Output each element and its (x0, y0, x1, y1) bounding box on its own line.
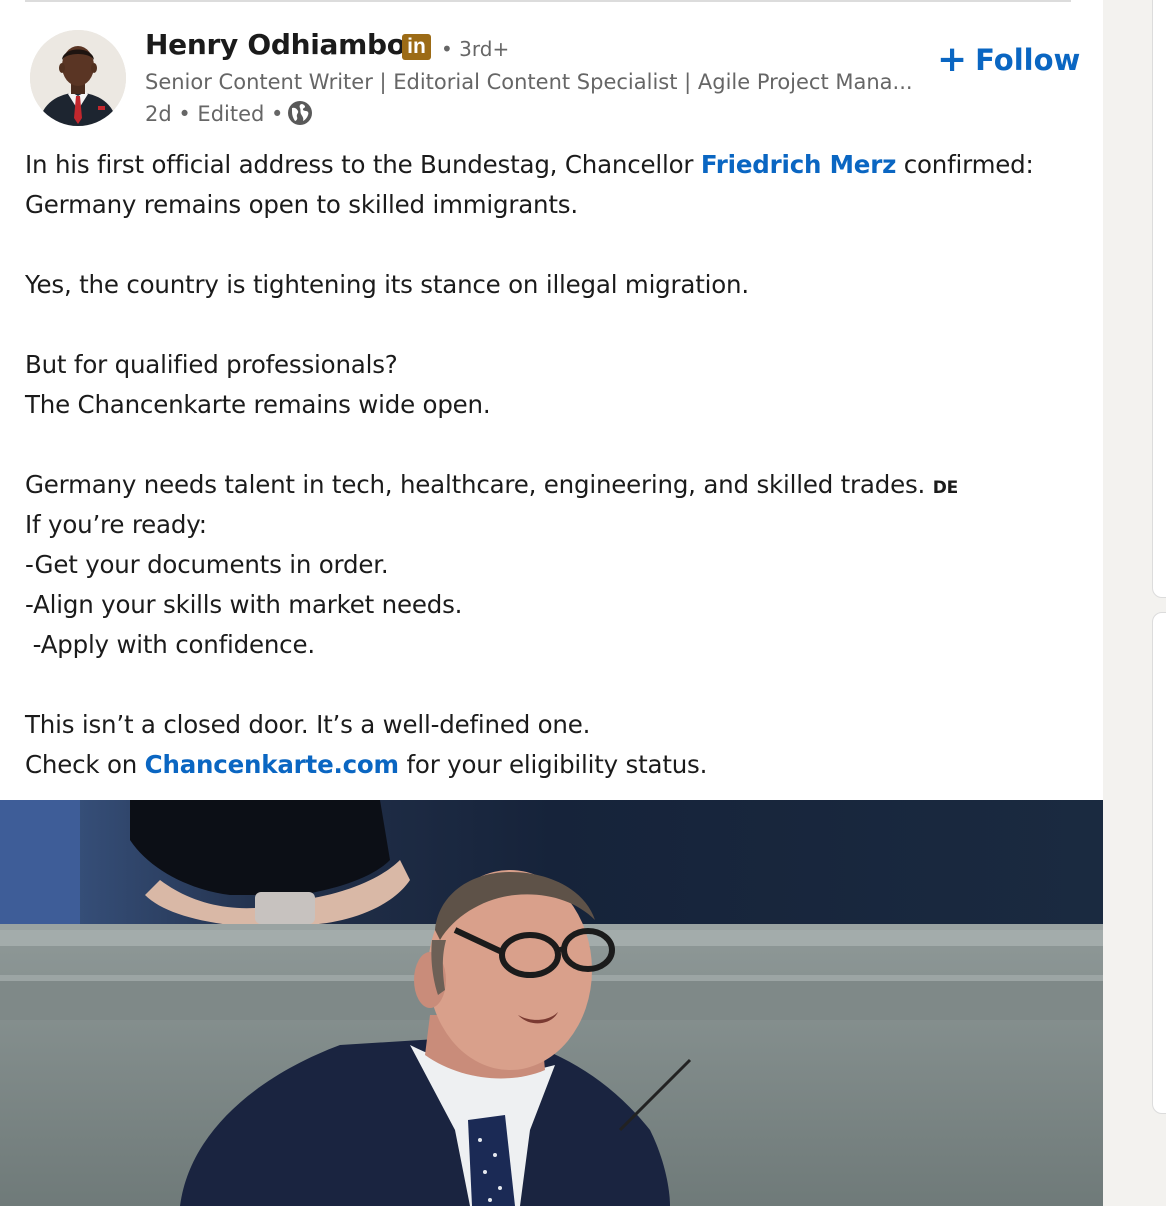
post-text-segment: confirmed: (896, 150, 1034, 179)
post-text: In his first official address to the Bun… (25, 145, 1095, 785)
post-line: But for qualified professionals? (25, 350, 398, 379)
post-text-segment: In his first official address to the Bun… (25, 150, 701, 179)
post-line: In his first official address to the Bun… (25, 145, 1095, 185)
post-text-segment: for your eligibility status. (398, 750, 708, 779)
post-line: -Get your documents in order. (25, 550, 389, 579)
globe-icon (286, 99, 314, 127)
post-timestamp: 2d • Edited • (145, 102, 284, 126)
right-rail-card (1152, 612, 1166, 1114)
website-link[interactable]: Chancenkarte.com (145, 750, 399, 779)
follow-button[interactable]: + Follow (937, 40, 1080, 80)
post-line: If you’re ready: (25, 510, 207, 539)
post-text-segment: Germany needs talent in tech, healthcare… (25, 470, 926, 499)
linkedin-premium-icon: in (402, 34, 431, 60)
post-line: Germany remains open to skilled immigran… (25, 190, 578, 219)
author-headline: Senior Content Writer | Editorial Conten… (145, 70, 913, 94)
author-name[interactable]: Henry Odhiambo (145, 28, 406, 61)
post-line: Check on Chancenkarte.com for your eligi… (25, 745, 1095, 785)
post-image[interactable] (0, 800, 1103, 1206)
post-line: Germany needs talent in tech, healthcare… (25, 465, 1095, 505)
post-line: The Chancenkarte remains wide open. (25, 390, 491, 419)
mention-link[interactable]: Friedrich Merz (701, 150, 897, 179)
germany-flag-icon: DE (932, 478, 959, 498)
post-line: -Apply with confidence. (25, 630, 316, 659)
follow-label: Follow (975, 43, 1081, 77)
post-line: This isn’t a closed door. It’s a well-de… (25, 710, 591, 739)
connection-degree: • 3rd+ (441, 37, 510, 61)
post-text-segment: Check on (25, 750, 145, 779)
post-line: Yes, the country is tightening its stanc… (25, 270, 749, 299)
author-avatar[interactable] (30, 30, 126, 126)
top-divider (25, 0, 1071, 2)
plus-icon: + (937, 39, 968, 80)
post-line: -Align your skills with market needs. (25, 590, 463, 619)
right-rail-card (1152, 0, 1166, 598)
